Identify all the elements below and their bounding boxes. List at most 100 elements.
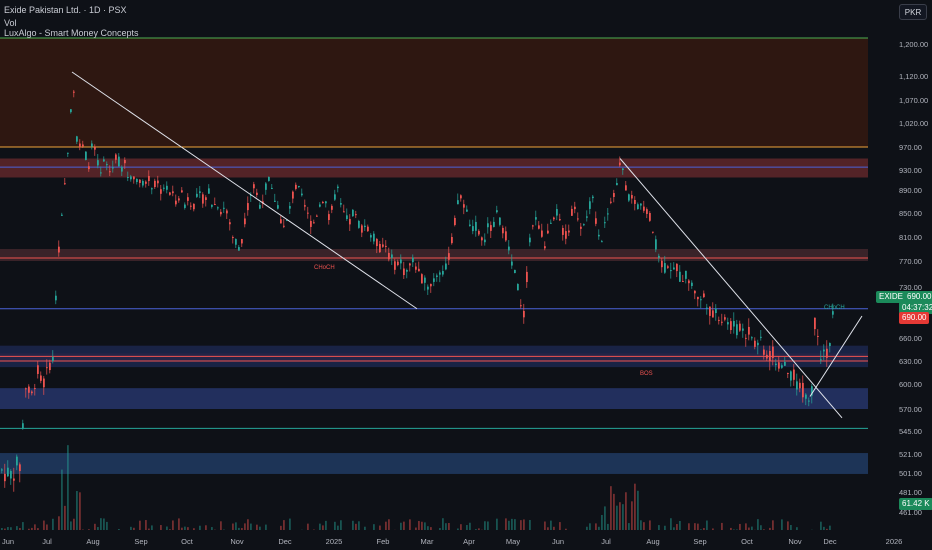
time-tick-label: Jun — [2, 537, 14, 546]
time-axis[interactable]: Jun Jul Aug Sep Oct Nov Dec 2025 Feb Mar Apr May Jun… — [0, 530, 932, 550]
candle-body — [445, 263, 447, 270]
candle-body — [439, 272, 441, 275]
candle-body — [43, 378, 45, 388]
price-tick-label: 501.00 — [899, 469, 922, 478]
candle-body — [679, 271, 681, 282]
candle-body — [7, 467, 9, 477]
candle-body — [745, 337, 747, 339]
price-axis-bg — [868, 0, 932, 550]
candle-body — [103, 159, 105, 162]
candle-body — [316, 215, 318, 217]
candle-body — [550, 222, 552, 224]
candle-body — [139, 179, 141, 183]
candle-body — [352, 209, 354, 217]
candle-body — [427, 286, 429, 290]
time-tick-label: Apr — [463, 537, 475, 546]
candle-body — [574, 206, 576, 210]
candle-body — [322, 201, 324, 204]
trend-line — [619, 158, 843, 419]
candle-body — [748, 326, 750, 335]
candle-body — [133, 176, 135, 180]
candle-body — [268, 176, 270, 181]
candle-body — [307, 212, 309, 214]
candle-body — [532, 225, 534, 227]
price-tick-label: 1,200.00 — [899, 40, 928, 49]
candle-body — [4, 473, 6, 482]
candle-body — [19, 464, 21, 472]
candle-body — [799, 382, 801, 389]
candle-body — [253, 184, 255, 189]
candle-body — [781, 365, 783, 368]
volume-bar — [61, 469, 63, 540]
candle-body — [823, 349, 825, 352]
time-tick-label: Feb — [377, 537, 390, 546]
candle-body — [685, 270, 687, 279]
candle-body — [97, 160, 99, 166]
candle-body — [1, 469, 3, 471]
candle-body — [661, 260, 663, 268]
price-tick-label: 970.00 — [899, 143, 922, 152]
candle-body — [157, 180, 159, 184]
candle-body — [787, 372, 789, 374]
candle-body — [271, 187, 273, 190]
candle-body — [655, 239, 657, 250]
candle-body — [358, 220, 360, 228]
time-tick-label: Jun — [552, 537, 564, 546]
candle-body — [706, 307, 708, 309]
candle-body — [682, 280, 684, 282]
candle-body — [82, 144, 84, 147]
volume-indicator-label[interactable]: Vol — [4, 18, 17, 28]
close-price-badge: 690.00 — [899, 312, 930, 324]
candle-body — [169, 192, 171, 195]
candle-body — [730, 321, 732, 331]
time-tick-label: Oct — [741, 537, 754, 546]
candle-body — [442, 271, 444, 275]
candle-body — [568, 230, 570, 233]
candle-body — [631, 195, 633, 199]
candle-body — [664, 263, 666, 273]
candle-body — [529, 237, 531, 243]
price-tick-label: 1,070.00 — [899, 96, 928, 105]
candle-body — [265, 183, 267, 190]
candle-body — [430, 283, 432, 287]
time-tick-label: Oct — [181, 537, 194, 546]
volume-bar — [67, 445, 69, 540]
candle-body — [58, 246, 60, 253]
candle-body — [22, 423, 24, 429]
candle-body — [697, 296, 699, 300]
candle-body — [199, 191, 201, 193]
candle-body — [52, 356, 54, 361]
candle-body — [757, 342, 759, 346]
candle-body — [691, 282, 693, 286]
candle-body — [598, 234, 600, 237]
candle-body — [520, 305, 522, 307]
candle-body — [676, 263, 678, 272]
candle-body — [709, 306, 711, 316]
price-axis[interactable]: 1,200.00 1,120.00 1,070.00 1,020.00 970.00 93… — [868, 0, 932, 550]
candle-body — [367, 226, 369, 232]
time-tick-label: 2025 — [326, 537, 343, 546]
price-chart[interactable]: BOSCHoCHCHoCH 1,200.001,120.001,070.001,… — [0, 0, 932, 550]
candle-body — [310, 220, 312, 227]
candle-body — [184, 204, 186, 208]
candle-body — [238, 247, 240, 251]
candle-body — [256, 192, 258, 195]
candle-body — [580, 226, 582, 229]
zones-layer — [0, 38, 868, 474]
candle-body — [85, 151, 87, 161]
candle-body — [766, 354, 768, 359]
candle-body — [715, 308, 717, 314]
candle-body — [193, 203, 195, 210]
candle-body — [10, 471, 12, 479]
candle-body — [232, 237, 234, 239]
candle-body — [649, 213, 651, 221]
currency-button[interactable]: PKR — [899, 4, 927, 20]
candle-body — [511, 261, 513, 266]
smc-indicator-label[interactable]: LuxAlgo - Smart Money Concepts — [4, 28, 139, 38]
candle-body — [88, 166, 90, 170]
candle-body — [502, 227, 504, 234]
candle-body — [124, 160, 126, 164]
candle-body — [313, 222, 315, 224]
candle-body — [478, 230, 480, 235]
candle-body — [820, 359, 822, 361]
